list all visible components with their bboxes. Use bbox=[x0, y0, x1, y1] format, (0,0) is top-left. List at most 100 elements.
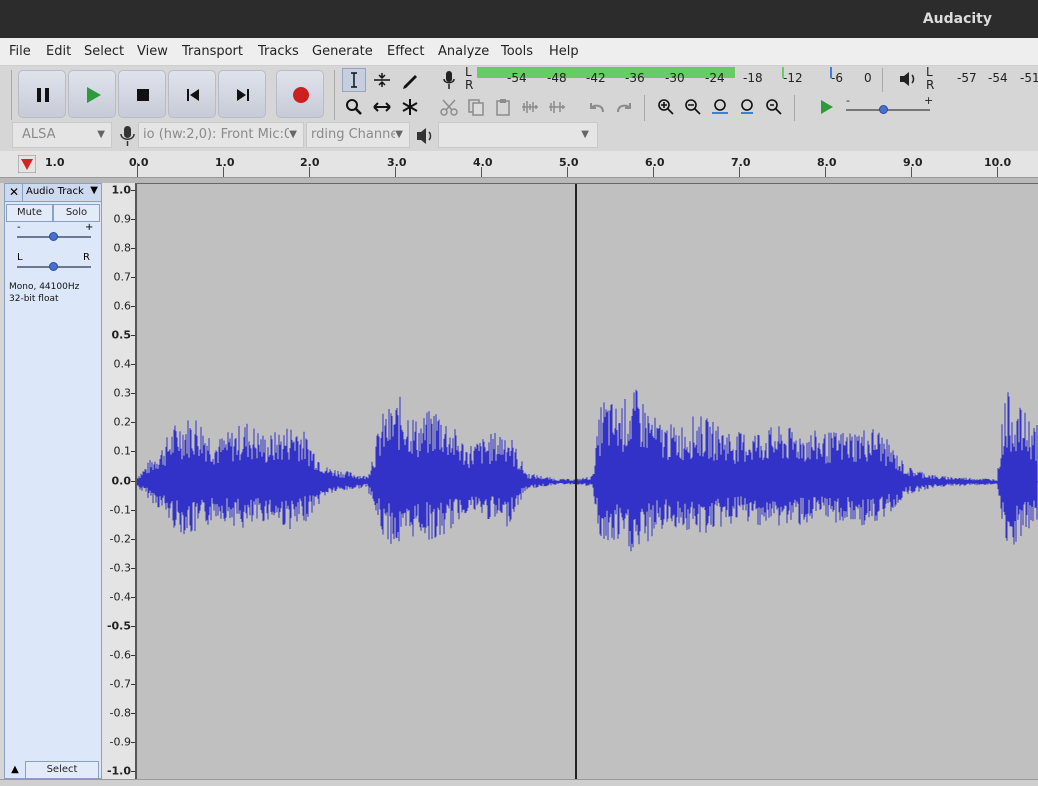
ruler-label: 6.0 bbox=[645, 156, 665, 169]
solo-button[interactable]: Solo bbox=[53, 204, 100, 222]
menu-view[interactable]: View bbox=[137, 44, 168, 59]
selection-tool-icon bbox=[351, 72, 357, 88]
amplitude-label: 1.0 bbox=[111, 183, 132, 197]
track-name[interactable]: Audio Track bbox=[26, 186, 84, 197]
paste-icon bbox=[496, 99, 510, 116]
menu-generate[interactable]: Generate bbox=[312, 44, 373, 59]
amplitude-label: -0.9 bbox=[109, 735, 131, 749]
pan-slider[interactable] bbox=[17, 262, 91, 271]
close-track-icon[interactable]: ✕ bbox=[6, 184, 23, 201]
pause-button[interactable] bbox=[18, 70, 66, 118]
record-meter-button[interactable] bbox=[437, 68, 461, 92]
speaker-icon bbox=[414, 124, 438, 148]
multi-tool-button[interactable] bbox=[398, 95, 422, 119]
meter-tick-12: -12 bbox=[783, 71, 803, 85]
recording-device-value: io (hw:2,0): Front Mic:0 bbox=[143, 127, 293, 142]
silence-icon bbox=[549, 101, 565, 113]
playback-device-select[interactable]: ▼ bbox=[438, 122, 598, 148]
meter-tick-36: -36 bbox=[625, 71, 645, 85]
select-track-button[interactable]: Select bbox=[25, 761, 99, 779]
gain-slider[interactable] bbox=[17, 232, 91, 241]
timeline-ruler[interactable]: 1.0 0.0 1.0 2.0 3.0 4.0 5.0 6.0 7.0 8.0 … bbox=[0, 151, 1038, 178]
redo-button[interactable] bbox=[612, 95, 636, 119]
record-button[interactable] bbox=[276, 70, 324, 118]
meter-tick-24: -24 bbox=[705, 71, 725, 85]
ruler-label: 1.0 bbox=[45, 156, 65, 169]
envelope-tool-button[interactable] bbox=[370, 68, 394, 92]
playback-speed-thumb[interactable] bbox=[878, 105, 888, 114]
amplitude-label: -0.7 bbox=[109, 677, 131, 691]
speed-minus-label: - bbox=[846, 94, 850, 107]
amplitude-label: 0.8 bbox=[113, 241, 132, 255]
zoom-in-button[interactable] bbox=[654, 95, 678, 119]
menu-bar: File Edit Select View Transport Tracks G… bbox=[0, 38, 1038, 66]
vertical-amplitude-scale[interactable]: 1.0 0.9 0.8 0.7 0.6 0.5 0.4 0.3 0.2 0.1 0.0 -0.1 -0.… bbox=[102, 183, 135, 779]
waveform-path bbox=[136, 389, 1038, 552]
playback-speed-slider[interactable] bbox=[846, 105, 930, 114]
menu-help[interactable]: Help bbox=[549, 44, 579, 59]
skip-to-start-button[interactable] bbox=[168, 70, 216, 118]
fit-project-button[interactable] bbox=[735, 95, 759, 119]
cut-button[interactable] bbox=[437, 95, 461, 119]
amplitude-label: 0.3 bbox=[113, 386, 132, 400]
waveform-area[interactable] bbox=[135, 183, 1038, 779]
trim-audio-button[interactable] bbox=[518, 95, 542, 119]
menu-edit[interactable]: Edit bbox=[46, 44, 71, 59]
ruler-tick bbox=[567, 167, 568, 177]
menu-effect[interactable]: Effect bbox=[387, 44, 424, 59]
fit-project-icon bbox=[741, 99, 753, 114]
meter-tick-0: 0 bbox=[864, 71, 872, 85]
amplitude-label: -0.8 bbox=[109, 706, 131, 720]
stop-button[interactable] bbox=[118, 70, 166, 118]
amplitude-label: -0.1 bbox=[109, 503, 131, 517]
recording-channels-select[interactable]: rding Channel ▼ bbox=[306, 122, 410, 148]
mute-button[interactable]: Mute bbox=[6, 204, 53, 222]
skip-to-end-button[interactable] bbox=[218, 70, 266, 118]
speaker-icon bbox=[900, 72, 915, 86]
track-control-panel[interactable]: ✕ Audio Track ▼ Mute Solo - + L R Mono, … bbox=[4, 183, 102, 779]
pan-left-label: L bbox=[17, 252, 23, 263]
chevron-down-icon[interactable]: ▼ bbox=[90, 185, 98, 196]
paste-button[interactable] bbox=[491, 95, 515, 119]
play-icon bbox=[87, 87, 101, 103]
toolbar-grip[interactable] bbox=[11, 70, 12, 120]
track-header: ✕ Audio Track ▼ bbox=[5, 184, 101, 202]
draw-tool-button[interactable] bbox=[398, 68, 422, 92]
playback-meter-button[interactable] bbox=[896, 67, 920, 91]
selection-tool-button[interactable] bbox=[342, 68, 366, 92]
meter-tick-54: -54 bbox=[507, 71, 527, 85]
separator bbox=[644, 95, 645, 121]
meter-tick-30: -30 bbox=[665, 71, 685, 85]
gain-slider-thumb[interactable] bbox=[49, 232, 58, 241]
collapse-track-icon[interactable]: ▲ bbox=[6, 762, 24, 778]
meter-tick-48: -48 bbox=[547, 71, 567, 85]
menu-file[interactable]: File bbox=[9, 44, 31, 59]
play-at-speed-icon bbox=[821, 100, 833, 114]
ruler-tick bbox=[825, 167, 826, 177]
menu-transport[interactable]: Transport bbox=[182, 44, 243, 59]
timeshift-tool-button[interactable] bbox=[370, 95, 394, 119]
menu-select[interactable]: Select bbox=[84, 44, 124, 59]
fit-selection-icon bbox=[712, 99, 728, 114]
silence-audio-button[interactable] bbox=[545, 95, 569, 119]
zoom-tool-button[interactable] bbox=[342, 95, 366, 119]
multi-tool-icon bbox=[402, 99, 418, 115]
recording-device-select[interactable]: io (hw:2,0): Front Mic:0 ▼ bbox=[138, 122, 304, 148]
fit-selection-button[interactable] bbox=[708, 95, 732, 119]
ruler-label: 3.0 bbox=[387, 156, 407, 169]
copy-button[interactable] bbox=[464, 95, 488, 119]
play-head-icon[interactable] bbox=[17, 154, 37, 174]
undo-button[interactable] bbox=[585, 95, 609, 119]
play-button[interactable] bbox=[68, 70, 116, 118]
menu-tracks[interactable]: Tracks bbox=[258, 44, 299, 59]
ruler-tick bbox=[223, 167, 224, 177]
menu-analyze[interactable]: Analyze bbox=[438, 44, 489, 59]
zoom-toggle-button[interactable] bbox=[762, 95, 786, 119]
envelope-tool-icon bbox=[374, 73, 390, 87]
recording-channels-value: rding Channel bbox=[311, 127, 402, 142]
pan-slider-thumb[interactable] bbox=[49, 262, 58, 271]
zoom-out-button[interactable] bbox=[681, 95, 705, 119]
menu-tools[interactable]: Tools bbox=[501, 44, 533, 59]
audio-host-select[interactable]: ALSA ▼ bbox=[12, 122, 112, 148]
play-at-speed-button[interactable] bbox=[814, 95, 838, 119]
